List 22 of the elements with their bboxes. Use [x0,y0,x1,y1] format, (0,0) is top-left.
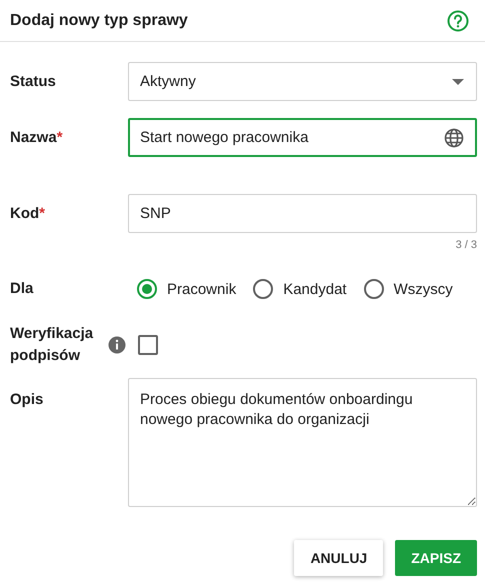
field-label: Nazwa* [10,128,63,148]
radio-option[interactable]: Kandydat [253,279,347,299]
save-button[interactable]: ZAPISZ [395,540,477,576]
field-label: Weryfikacja podpisów [10,324,94,366]
globe-icon[interactable] [444,128,464,148]
info-icon[interactable] [108,336,126,354]
checkbox[interactable] [138,335,158,355]
dialog-title: Dodaj nowy typ sprawy [10,12,188,30]
input-field[interactable]: Start nowego pracownika [128,118,477,157]
cancel-button[interactable]: ANULUJ [294,540,384,576]
field-label: Opis [10,390,44,410]
help-icon[interactable] [447,10,469,32]
radio-option[interactable]: Pracownik [137,279,236,299]
status-dropdown[interactable]: Aktywny [128,62,477,101]
caret-icon [452,78,464,84]
input-field[interactable]: SNP [128,194,477,233]
character-counter: 3 / 3 [456,239,477,251]
radio-option[interactable]: Wszyscy [364,279,453,299]
field-label: Dla [10,279,34,299]
description-field[interactable]: Proces obiegu dokumentów onboardingu nowego pracownika do organizacji [128,378,477,507]
field-label: Kod* [10,204,46,224]
field-label: Status [10,72,56,92]
